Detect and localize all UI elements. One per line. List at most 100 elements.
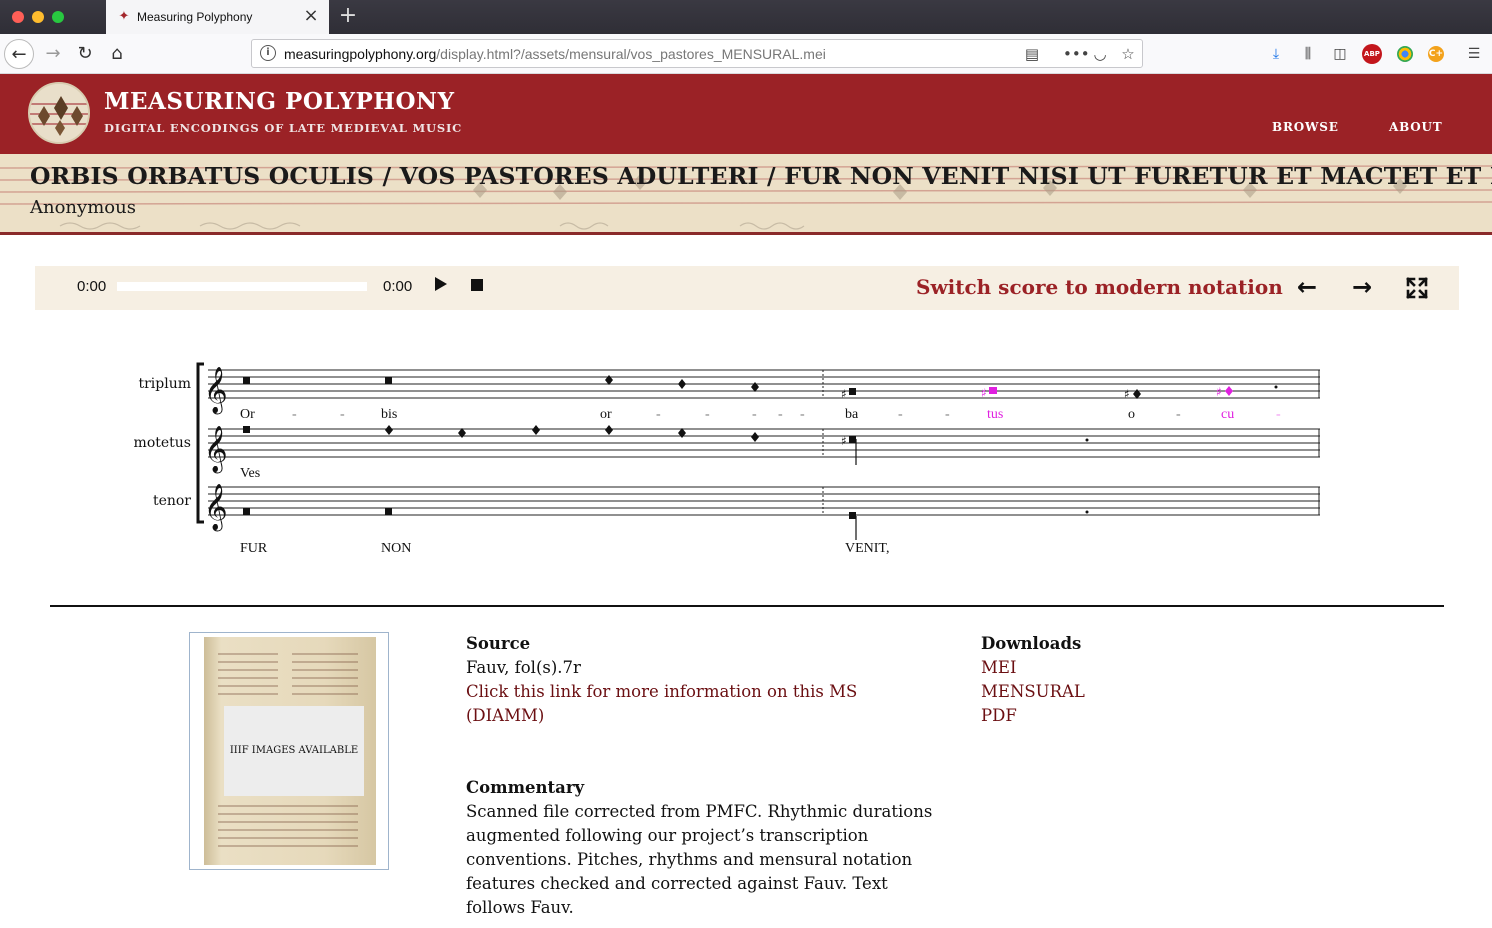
site-logo[interactable]: [28, 82, 90, 144]
svg-text:8: 8: [213, 523, 218, 532]
note: [243, 426, 250, 433]
lyric: NON: [381, 541, 411, 556]
sharp-icon: ♯: [1124, 387, 1130, 401]
lyric-highlighted: cu: [1221, 407, 1234, 422]
nav-browse-link[interactable]: BROWSE: [1272, 120, 1339, 134]
voice-name-triplum: triplum: [138, 376, 191, 392]
lyric-highlighted: tus: [987, 407, 1003, 422]
note: [385, 425, 393, 435]
browser-tab-bar: ✦ Measuring Polyphony × +: [0, 0, 1492, 34]
url-path: /display.html?/assets/mensural/vos_pasto…: [436, 46, 826, 62]
play-icon[interactable]: [435, 277, 447, 291]
diamm-link[interactable]: Click this link for more information on …: [466, 680, 857, 704]
lyric: ba: [845, 407, 859, 422]
lyric: o: [1128, 407, 1135, 422]
note: [849, 436, 856, 443]
manuscript-thumbnail[interactable]: IIIF IMAGES AVAILABLE: [189, 632, 389, 870]
lyric: -: [945, 407, 950, 422]
note-highlighted: [1225, 386, 1233, 396]
download-icon[interactable]: ⤓: [1266, 44, 1286, 64]
site-info-icon[interactable]: i: [260, 45, 276, 61]
forward-arrow-icon[interactable]: →: [38, 39, 68, 69]
address-bar[interactable]: i measuringpolyphony.org/display.html?/a…: [251, 39, 1143, 68]
nav-about-link[interactable]: ABOUT: [1389, 120, 1443, 134]
reader-view-icon[interactable]: ▤: [1022, 44, 1042, 64]
commentary-heading: Commentary: [466, 778, 585, 797]
source-heading: Source: [466, 634, 531, 653]
current-time: 0:00: [77, 278, 107, 295]
lyric: bis: [381, 407, 397, 422]
note: [385, 377, 392, 384]
piece-banner: ORBIS ORBATUS OCULIS / VOS PASTORES ADUL…: [0, 154, 1492, 235]
pocket-icon[interactable]: ◡: [1090, 44, 1110, 64]
note: [243, 377, 250, 384]
home-icon[interactable]: ⌂: [102, 39, 132, 69]
lyric: Ves: [240, 466, 260, 481]
lyric: -: [705, 407, 710, 422]
switch-notation-link[interactable]: Switch score to modern notation: [916, 275, 1283, 299]
note: [678, 379, 686, 389]
site-subtitle: DIGITAL ENCODINGS OF LATE MEDIEVAL MUSIC: [104, 121, 463, 135]
site-header: MEASURING POLYPHONY DIGITAL ENCODINGS OF…: [0, 74, 1492, 154]
tab-title: Measuring Polyphony: [137, 10, 253, 24]
url-host: measuringpolyphony.org: [284, 46, 437, 62]
site-title[interactable]: MEASURING POLYPHONY: [104, 88, 455, 115]
back-arrow-icon[interactable]: ←: [4, 39, 34, 69]
adblock-icon[interactable]: ABP: [1362, 44, 1382, 64]
total-time: 0:00: [383, 278, 413, 295]
dot: [1274, 385, 1278, 389]
extension-cplus-icon[interactable]: C+: [1428, 46, 1444, 62]
voice-name-motetus: motetus: [134, 435, 191, 451]
note-highlighted: [989, 387, 997, 394]
window-zoom-button[interactable]: [52, 11, 64, 23]
source-value: Fauv, fol(s).7r: [466, 658, 581, 677]
lyric: -: [292, 407, 297, 422]
lyric: VENIT,: [845, 541, 889, 556]
sharp-icon: ♯: [841, 434, 847, 448]
bookmark-star-icon[interactable]: ☆: [1118, 44, 1138, 64]
stop-icon[interactable]: [471, 279, 483, 291]
browser-toolbar: ← → ↻ ⌂ i measuringpolyphony.org/display…: [0, 34, 1492, 74]
lyric: or: [600, 407, 612, 422]
download-mensural-link[interactable]: MENSURAL: [981, 680, 1085, 704]
url-text[interactable]: measuringpolyphony.org/display.html?/ass…: [284, 46, 826, 62]
commentary-line: conventions. Pitches, rhythms and mensur…: [466, 850, 913, 869]
commentary-line: follows Fauv.: [466, 898, 574, 917]
tab-close-icon[interactable]: ×: [301, 6, 321, 26]
arrow-left-icon[interactable]: ←: [1294, 272, 1320, 302]
diamm-link-continued[interactable]: (DIAMM): [466, 704, 544, 728]
page-actions-icon[interactable]: •••: [1063, 44, 1090, 64]
commentary-line: features checked and corrected against F…: [466, 874, 888, 893]
fullscreen-icon[interactable]: [1405, 276, 1429, 300]
sidebar-icon[interactable]: ◫: [1330, 44, 1350, 64]
downloads-heading: Downloads: [981, 634, 1082, 653]
manuscript-page-image: IIIF IMAGES AVAILABLE: [204, 637, 376, 865]
window-minimize-button[interactable]: [32, 11, 44, 23]
piece-title: ORBIS ORBATUS OCULIS / VOS PASTORES ADUL…: [30, 162, 1492, 190]
window-close-button[interactable]: [12, 11, 24, 23]
note: [605, 425, 613, 435]
svg-text:8: 8: [213, 406, 218, 415]
download-mei-link[interactable]: MEI: [981, 656, 1016, 680]
commentary-line: Scanned file corrected from PMFC. Rhythm…: [466, 802, 933, 821]
new-tab-icon[interactable]: +: [336, 3, 360, 29]
arrow-right-icon[interactable]: →: [1349, 272, 1375, 302]
commentary-line: augmented following our project’s transc…: [466, 826, 869, 845]
section-divider: [50, 605, 1444, 607]
lyric: -: [898, 407, 903, 422]
lyric: -: [752, 407, 757, 422]
progress-bar[interactable]: [117, 282, 367, 291]
sharp-icon: ♯: [981, 386, 987, 400]
mensural-score[interactable]: 𝄞 𝄞 𝄞 888 triplum motetus tenor ♯ ♯ ♯ ♯: [130, 350, 1330, 570]
site-favicon-icon: ✦: [118, 9, 130, 24]
library-icon[interactable]: ⫼: [1298, 44, 1318, 64]
lyric: -: [800, 407, 805, 422]
browser-tab[interactable]: ✦ Measuring Polyphony ×: [106, 0, 329, 34]
reload-icon[interactable]: ↻: [70, 39, 100, 69]
extension-icon[interactable]: [1397, 46, 1413, 62]
menu-hamburger-icon[interactable]: ☰: [1464, 44, 1484, 64]
audio-player: 0:00 0:00 Switch score to modern notatio…: [35, 266, 1459, 310]
logo-diamonds-icon: [30, 84, 88, 142]
sharp-icon: ♯: [841, 387, 847, 401]
download-pdf-link[interactable]: PDF: [981, 704, 1017, 728]
